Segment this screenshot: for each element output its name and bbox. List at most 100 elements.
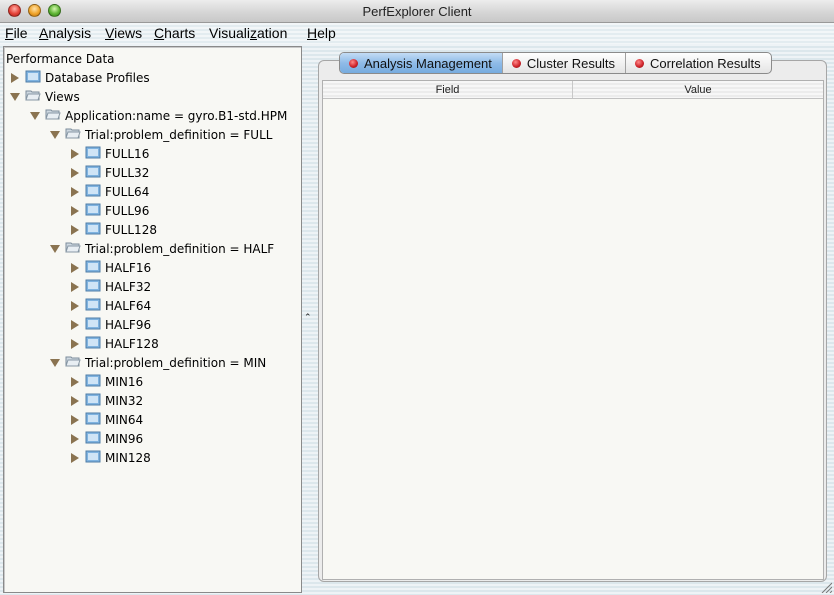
tree-leaf-node[interactable]: FULL96 <box>69 201 149 220</box>
tree-leaf-node[interactable]: FULL32 <box>69 163 149 182</box>
expanded-triangle-icon[interactable] <box>49 243 61 255</box>
tab-label: Analysis Management <box>364 55 492 71</box>
tree-node-label: Application:name = gyro.B1-std.HPM <box>65 108 288 123</box>
tree-node-label: Trial:problem_definition = FULL <box>85 127 273 142</box>
tree-leaf-node[interactable]: HALF96 <box>69 315 151 334</box>
tree-leaf-node[interactable]: MIN128 <box>69 448 151 467</box>
folder-icon <box>85 335 105 352</box>
expanded-triangle-icon[interactable] <box>49 357 61 369</box>
tree-node[interactable]: Application:name = gyro.B1-std.HPM <box>29 106 287 125</box>
folder-icon <box>85 259 105 276</box>
folder-icon <box>85 316 105 333</box>
menu-visualization[interactable]: Visualization <box>209 25 287 41</box>
open-folder-icon <box>45 107 65 124</box>
menu-charts[interactable]: Charts <box>154 25 195 41</box>
menu-file[interactable]: File <box>5 25 28 41</box>
tree-root-label[interactable]: Performance Data <box>6 52 115 66</box>
tree-node-label: MIN16 <box>105 374 144 389</box>
collapsed-triangle-icon[interactable] <box>69 167 81 179</box>
split-pane-divider-handle[interactable]: ⌃ <box>304 313 312 323</box>
tree-node-label: FULL32 <box>105 165 150 180</box>
tab-label: Correlation Results <box>650 55 761 71</box>
folder-icon <box>85 221 105 238</box>
collapsed-triangle-icon[interactable] <box>69 452 81 464</box>
collapsed-triangle-icon[interactable] <box>69 300 81 312</box>
tree-node-label: HALF64 <box>105 298 152 313</box>
tree-node[interactable]: Trial:problem_definition = HALF <box>49 239 274 258</box>
collapsed-triangle-icon[interactable] <box>69 376 81 388</box>
folder-icon <box>85 373 105 390</box>
collapsed-triangle-icon[interactable] <box>69 205 81 217</box>
tree-node-label: MIN32 <box>105 393 144 408</box>
window-title: PerfExplorer Client <box>362 4 472 19</box>
tree-node-label: FULL96 <box>105 203 150 218</box>
open-folder-icon <box>65 126 85 143</box>
tree-node-label: Views <box>45 89 80 104</box>
tree-node-label: FULL64 <box>105 184 150 199</box>
collapsed-triangle-icon[interactable] <box>69 414 81 426</box>
menu-analysis[interactable]: Analysis <box>39 25 91 41</box>
collapsed-triangle-icon[interactable] <box>69 281 81 293</box>
analysis-table: Field Value <box>322 80 824 580</box>
tab-cluster-results[interactable]: Cluster Results <box>503 53 627 73</box>
collapsed-triangle-icon[interactable] <box>69 186 81 198</box>
open-folder-icon <box>65 240 85 257</box>
tree-node-label: HALF96 <box>105 317 152 332</box>
tree-leaf-node[interactable]: HALF64 <box>69 296 151 315</box>
tree-node-label: Trial:problem_definition = MIN <box>85 355 267 370</box>
tree-node-label: HALF32 <box>105 279 152 294</box>
folder-icon <box>85 430 105 447</box>
tree-node[interactable]: Trial:problem_definition = FULL <box>49 125 272 144</box>
folder-icon <box>85 145 105 162</box>
collapsed-triangle-icon[interactable] <box>69 262 81 274</box>
column-header-value[interactable]: Value <box>573 81 823 98</box>
expanded-triangle-icon[interactable] <box>49 129 61 141</box>
tree-node-label: HALF16 <box>105 260 152 275</box>
expanded-triangle-icon[interactable] <box>9 91 21 103</box>
table-header: Field Value <box>323 81 823 99</box>
collapsed-triangle-icon[interactable] <box>69 338 81 350</box>
tree-leaf-node[interactable]: MIN16 <box>69 372 143 391</box>
tree-node-label: Trial:problem_definition = HALF <box>85 241 275 256</box>
column-header-field[interactable]: Field <box>323 81 573 98</box>
menu-help[interactable]: Help <box>307 25 336 41</box>
tree-leaf-node[interactable]: HALF32 <box>69 277 151 296</box>
tree-leaf-node[interactable]: MIN64 <box>69 410 143 429</box>
tree-node-label: Database Profiles <box>45 70 150 85</box>
tab-analysis-management[interactable]: Analysis Management <box>340 53 503 73</box>
tab-correlation-results[interactable]: Correlation Results <box>626 53 771 73</box>
open-folder-icon <box>25 88 45 105</box>
folder-icon <box>25 69 45 86</box>
tree-leaf-node[interactable]: MIN32 <box>69 391 143 410</box>
tree-leaf-node[interactable]: HALF128 <box>69 334 159 353</box>
collapsed-triangle-icon[interactable] <box>9 72 21 84</box>
resize-grip-icon[interactable] <box>820 581 832 593</box>
tree-node[interactable]: Database Profiles <box>9 68 150 87</box>
collapsed-triangle-icon[interactable] <box>69 319 81 331</box>
folder-icon <box>85 183 105 200</box>
folder-icon <box>85 164 105 181</box>
tree-leaf-node[interactable]: HALF16 <box>69 258 151 277</box>
menu-bar: File Analysis Views Charts Visualization Help <box>0 23 834 44</box>
tree-leaf-node[interactable]: MIN96 <box>69 429 143 448</box>
tree-leaf-node[interactable]: FULL16 <box>69 144 149 163</box>
status-dot-icon <box>349 58 358 68</box>
folder-icon <box>85 411 105 428</box>
collapsed-triangle-icon[interactable] <box>69 395 81 407</box>
collapsed-triangle-icon[interactable] <box>69 148 81 160</box>
folder-icon <box>85 202 105 219</box>
collapsed-triangle-icon[interactable] <box>69 433 81 445</box>
tree-node-label: HALF128 <box>105 336 159 351</box>
tree-leaf-node[interactable]: FULL64 <box>69 182 149 201</box>
menu-views[interactable]: Views <box>105 25 142 41</box>
status-dot-icon <box>635 58 645 68</box>
tree-node[interactable]: Views <box>9 87 80 106</box>
tree-node-label: MIN128 <box>105 450 151 465</box>
tree-node-label: MIN96 <box>105 431 144 446</box>
tree-node[interactable]: Trial:problem_definition = MIN <box>49 353 266 372</box>
expanded-triangle-icon[interactable] <box>29 110 41 122</box>
tree-node-label: FULL128 <box>105 222 157 237</box>
collapsed-triangle-icon[interactable] <box>69 224 81 236</box>
tab-label: Cluster Results <box>526 55 616 71</box>
tree-leaf-node[interactable]: FULL128 <box>69 220 157 239</box>
